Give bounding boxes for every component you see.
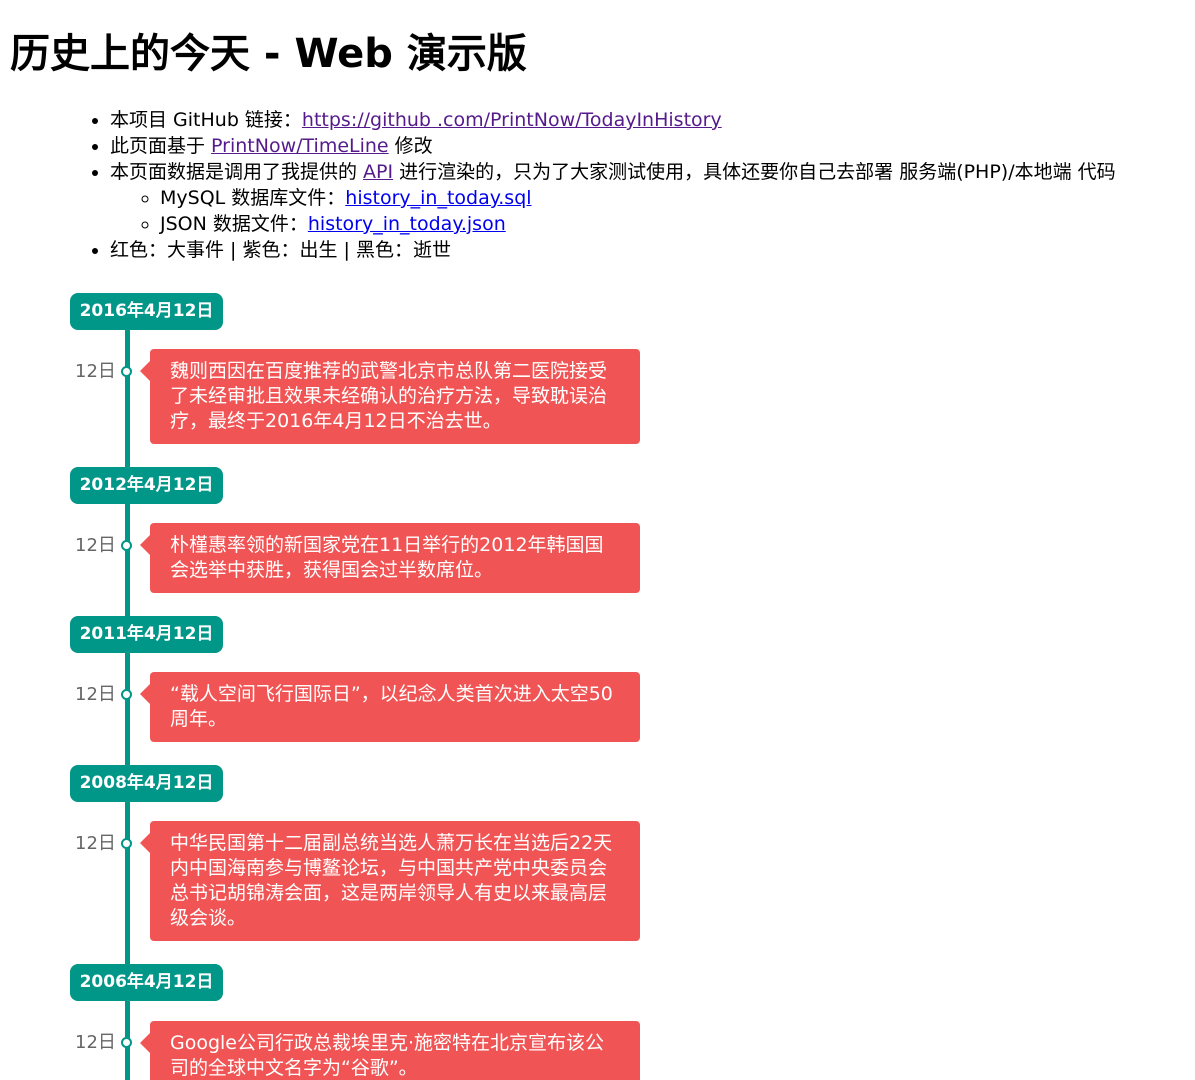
page: 历史上的今天 - Web 演示版 本项目 GitHub 链接：https://g… (0, 0, 1195, 1080)
day-label: 12日 (75, 1032, 116, 1053)
event-text: Google公司行政总裁埃里克·施密特在北京宣布该公司的全球中文名字为“谷歌”。 (170, 1032, 605, 1079)
day-label: 12日 (75, 684, 116, 705)
event-text: 魏则西因在百度推荐的武警北京市总队第二医院接受了未经审批且效果未经确认的治疗方法… (170, 360, 608, 432)
timeline-dot (121, 366, 132, 377)
timeline-dot (121, 689, 132, 700)
day-label: 12日 (75, 535, 116, 556)
timeline-dot (121, 838, 132, 849)
timeline-dot (121, 540, 132, 551)
timeline: 2016年4月12日 12日 魏则西因在百度推荐的武警北京市总队第二医院接受了未… (0, 0, 1195, 1080)
event-text: “载人空间飞行国际日”，以纪念人类首次进入太空50周年。 (170, 683, 613, 730)
event-card: Google公司行政总裁埃里克·施密特在北京宣布该公司的全球中文名字为“谷歌”。 (140, 1021, 640, 1080)
event-card: 魏则西因在百度推荐的武警北京市总队第二医院接受了未经审批且效果未经确认的治疗方法… (140, 349, 640, 444)
timeline-dot (121, 1037, 132, 1048)
event-card: 朴槿惠率领的新国家党在11日举行的2012年韩国国会选举中获胜，获得国会过半数席… (140, 523, 640, 593)
year-badge: 2006年4月12日 (70, 964, 223, 1001)
year-badge: 2008年4月12日 (70, 765, 223, 802)
day-label: 12日 (75, 361, 116, 382)
day-label: 12日 (75, 833, 116, 854)
year-badge: 2011年4月12日 (70, 616, 223, 653)
event-text: 中华民国第十二届副总统当选人萧万长在当选后22天内中国海南参与博鳌论坛，与中国共… (170, 832, 613, 929)
year-badge: 2016年4月12日 (70, 293, 223, 330)
year-badge: 2012年4月12日 (70, 467, 223, 504)
event-card: “载人空间飞行国际日”，以纪念人类首次进入太空50周年。 (140, 672, 640, 742)
event-card: 中华民国第十二届副总统当选人萧万长在当选后22天内中国海南参与博鳌论坛，与中国共… (140, 821, 640, 941)
event-text: 朴槿惠率领的新国家党在11日举行的2012年韩国国会选举中获胜，获得国会过半数席… (170, 534, 604, 581)
